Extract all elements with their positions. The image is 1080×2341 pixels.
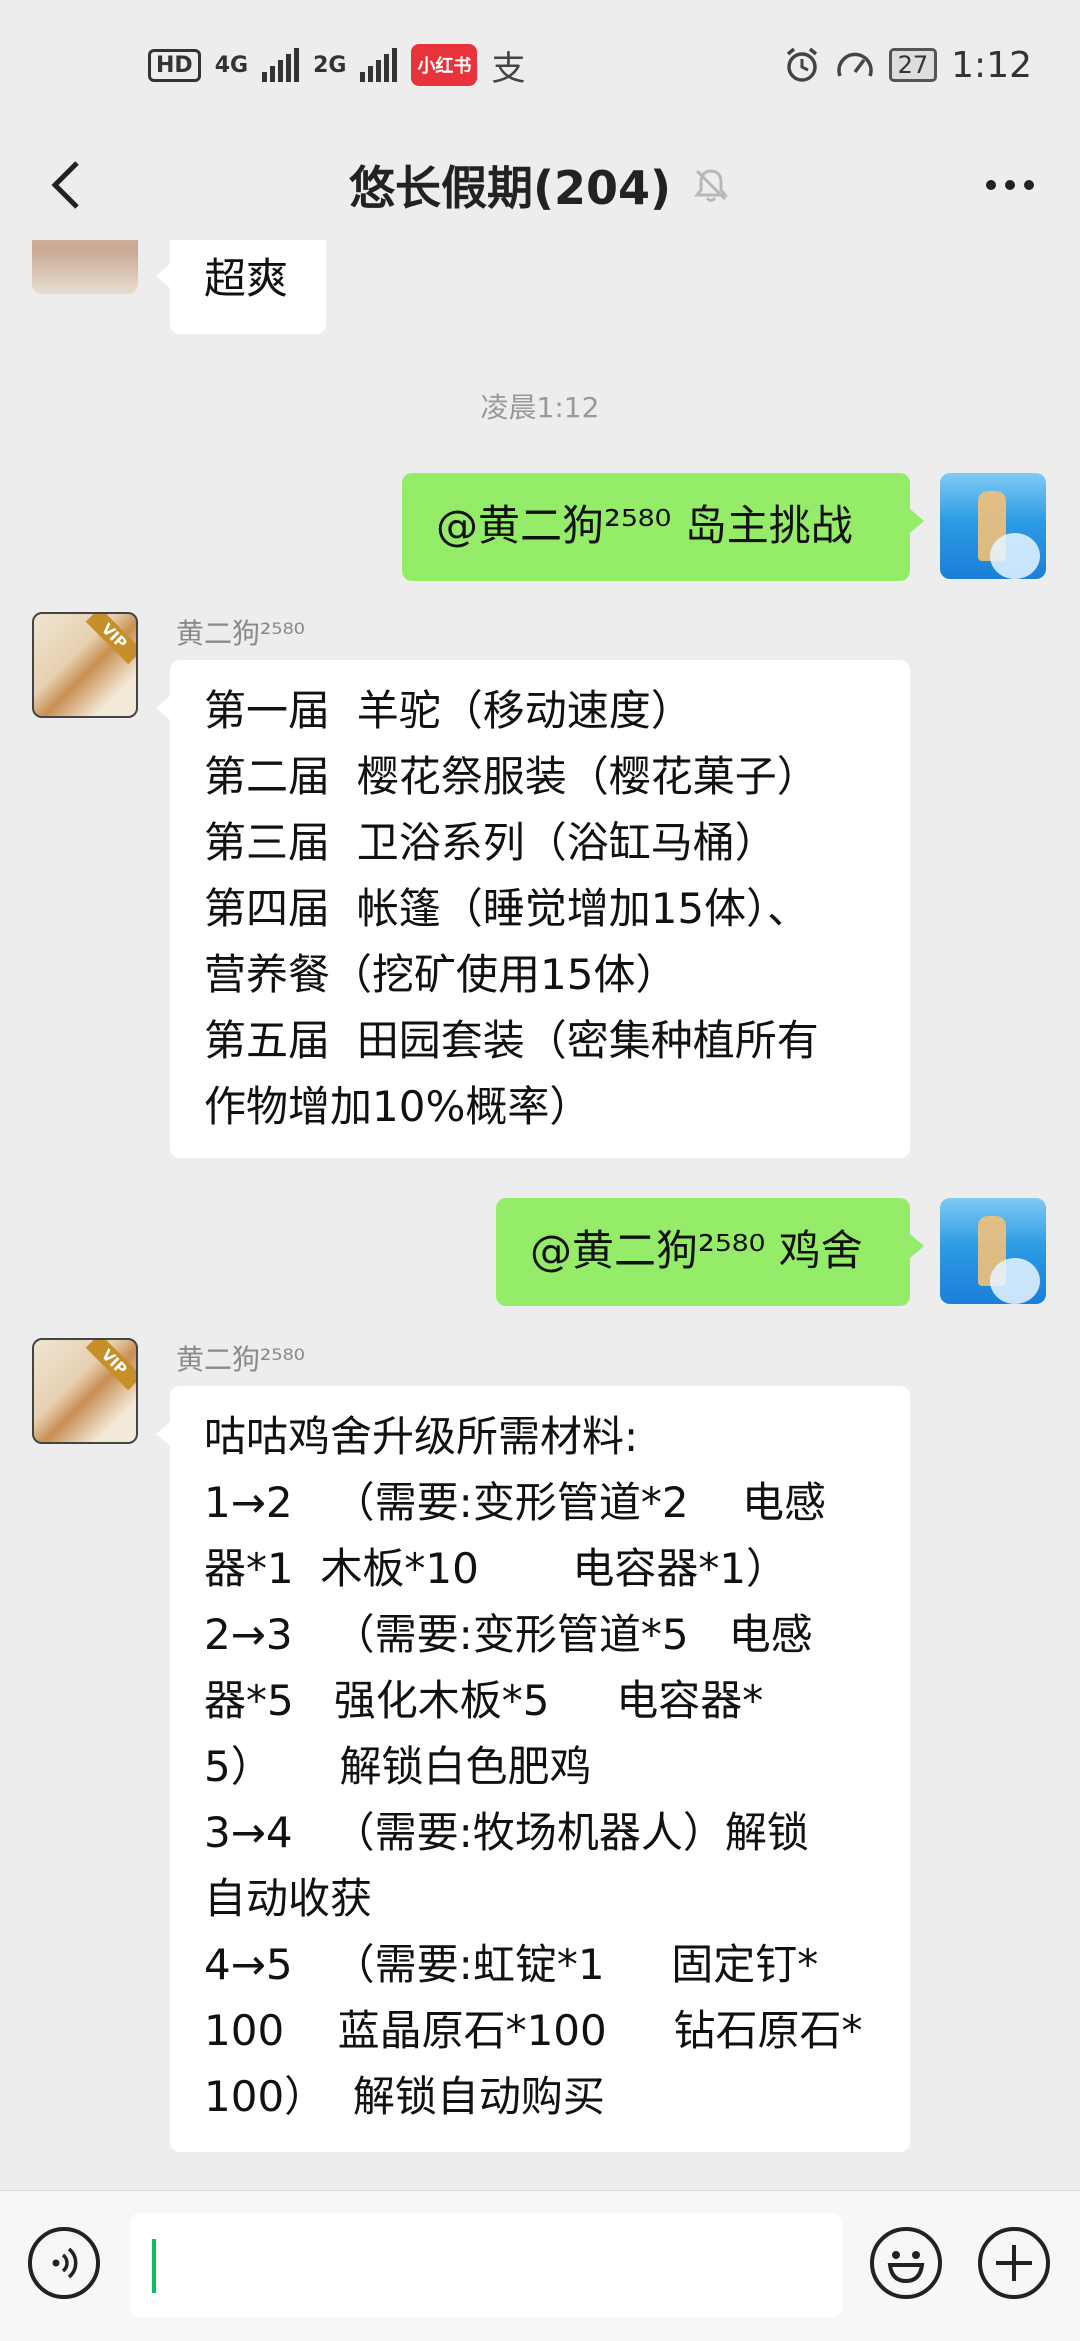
message-text: @黄二狗²⁵⁸⁰ 岛主挑战: [436, 501, 853, 550]
message-text-line: 1→2 （需要:变形管道*2 电感: [204, 1478, 826, 1527]
chevron-left-icon: [51, 161, 79, 209]
more-button[interactable]: [970, 150, 1050, 220]
message-text-line: 作物增加10%概率）: [204, 1082, 592, 1131]
message-text-line: 5） 解锁白色肥鸡: [204, 1742, 592, 1791]
message-text-line: 第二届 樱花祭服装（樱花菓子）: [204, 752, 819, 801]
incoming-message-bubble[interactable]: 咕咕鸡舍升级所需材料: 1→2 （需要:变形管道*2 电感 器*1 木板*10 …: [156, 1386, 910, 2152]
message-text-line: 2→3 （需要:变形管道*5 电感: [204, 1610, 813, 1659]
message-text-line: 咕咕鸡舍升级所需材料:: [204, 1412, 639, 1461]
message-text-line: 4→5 （需要:虹锭*1 固定钉*: [204, 1940, 819, 1989]
network-4g-label: 4G: [214, 52, 249, 78]
outgoing-message-bubble[interactable]: @黄二狗²⁵⁸⁰ 鸡舍: [496, 1198, 924, 1306]
xiaohongshu-notification-icon: 小红书: [411, 44, 478, 86]
message-text-line: 第一届 羊驼（移动速度）: [204, 686, 693, 735]
avatar[interactable]: [940, 473, 1046, 579]
message-text-line: 营养餐（挖矿使用15体）: [204, 950, 678, 999]
incoming-message-bubble[interactable]: 超爽: [156, 240, 326, 334]
network-2g-label: 2G: [313, 52, 347, 78]
message-text: 超爽: [204, 254, 289, 303]
message-text-line: 100 蓝晶原石*100 钻石原石*: [204, 2006, 863, 2055]
status-right: 27 1:12: [783, 45, 1032, 86]
emoji-icon: [887, 2251, 925, 2284]
alarm-icon: [786, 47, 817, 82]
message-text-line: 器*1 木板*10 电容器*1）: [204, 1544, 789, 1593]
voice-icon: [52, 2247, 78, 2279]
incoming-message-bubble[interactable]: 第一届 羊驼（移动速度） 第二届 樱花祭服装（樱花菓子） 第三届 卫浴系列（浴缸…: [156, 660, 910, 1158]
message-text-line: 100） 解锁自动购买: [204, 2072, 605, 2121]
avatar[interactable]: [32, 1338, 138, 1444]
voice-button[interactable]: [28, 2227, 100, 2299]
avatar[interactable]: [940, 1198, 1046, 1304]
hd-indicator: HD: [148, 48, 201, 82]
message-text-line: 第三届 卫浴系列（浴缸马桶）: [204, 818, 777, 867]
sender-name: 黄二狗²⁵⁸⁰: [176, 617, 305, 650]
outgoing-message-bubble[interactable]: @黄二狗²⁵⁸⁰ 岛主挑战: [402, 473, 924, 581]
message-text-line: 3→4 （需要:牧场机器人）解锁: [204, 1808, 809, 1857]
bell-off-icon: [693, 169, 729, 202]
battery-level: 27: [888, 48, 938, 82]
signal-icon: [262, 48, 300, 82]
status-left: HD 4G 2G 小红书 支: [148, 41, 525, 90]
message-list[interactable]: 超爽 凌晨1:12 @黄二狗²⁵⁸⁰ 岛主挑战 黄二狗²⁵⁸⁰ 第一届 羊驼（移…: [0, 240, 1080, 2190]
status-bar: HD 4G 2G 小红书 支 27 1:12: [0, 0, 1080, 130]
signal-icon-2: [360, 48, 398, 82]
message-input[interactable]: [130, 2213, 842, 2317]
speed-icon: [836, 52, 873, 77]
clock-time: 1:12: [951, 44, 1032, 86]
input-bar: [0, 2190, 1080, 2341]
message-text-line: 第四届 帐篷（睡觉增加15体）、: [204, 884, 810, 933]
emoji-button[interactable]: [870, 2227, 942, 2299]
plus-icon: [996, 2245, 1032, 2281]
plus-button[interactable]: [978, 2227, 1050, 2299]
message-text-line: 器*5 强化木板*5 电容器*: [204, 1676, 764, 1725]
sender-name: 黄二狗²⁵⁸⁰: [176, 1343, 305, 1376]
chat-title: 悠长假期(204): [348, 161, 672, 215]
back-button[interactable]: [30, 150, 100, 220]
time-separator: 凌晨1:12: [480, 391, 600, 424]
message-text: @黄二狗²⁵⁸⁰ 鸡舍: [530, 1226, 863, 1275]
text-caret: [152, 2239, 156, 2293]
avatar[interactable]: [32, 240, 138, 294]
message-text-line: 第五届 田园套装（密集种植所有: [204, 1016, 819, 1065]
avatar[interactable]: [32, 612, 138, 718]
chat-header: 悠长假期(204): [0, 130, 1080, 240]
message-text-line: 自动收获: [204, 1874, 373, 1923]
alipay-notification-icon: 支: [491, 48, 526, 89]
